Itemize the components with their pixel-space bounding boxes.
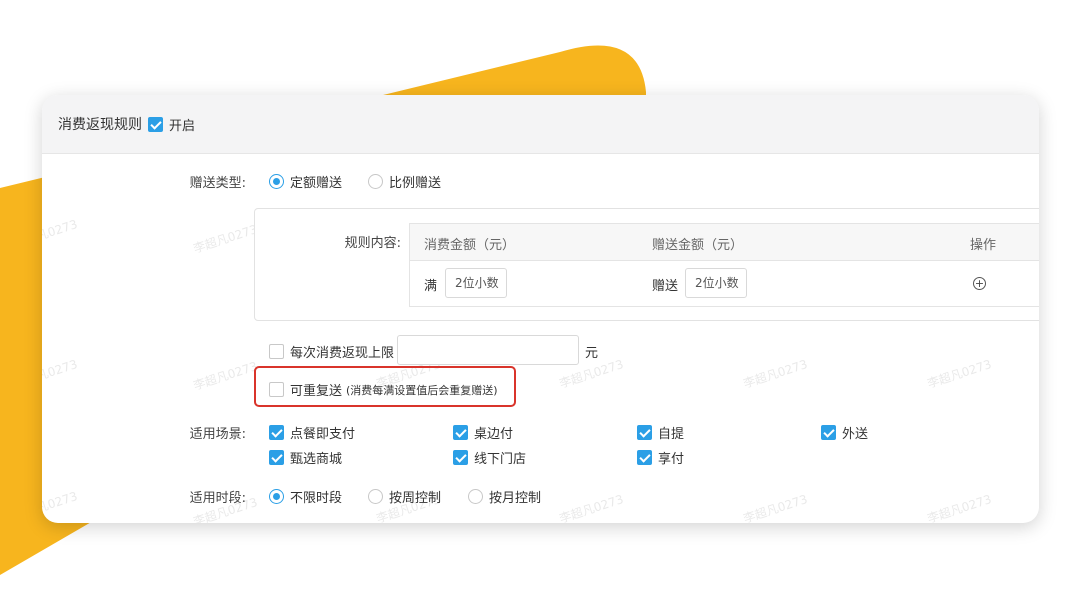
- period-radio[interactable]: [368, 489, 383, 504]
- watermark: 李超凡0273: [191, 359, 260, 393]
- scene-label: 自提: [658, 427, 685, 442]
- watermark: 李超凡0273: [42, 489, 80, 523]
- scene-item[interactable]: 外送: [821, 423, 868, 442]
- watermark: 李超凡0273: [191, 222, 260, 256]
- radio-ratio[interactable]: [368, 174, 383, 189]
- option-label: 定额赠送: [290, 176, 343, 191]
- period-radio[interactable]: [269, 489, 284, 504]
- scene-label: 甄选商城: [290, 452, 343, 467]
- limit-label: 每次消费返现上限: [290, 346, 395, 361]
- gift-prefix: 赠送: [652, 279, 679, 294]
- scene-item[interactable]: 甄选商城: [269, 448, 342, 467]
- watermark: 李超凡0273: [42, 217, 80, 251]
- enable-checkbox[interactable]: [148, 116, 163, 132]
- rules-container: 规则内容: 消费金额（元） 赠送金额（元） 操作 满 2位小数 赠送 2位小数 …: [254, 208, 1039, 321]
- scenes-label: 适用场景:: [189, 427, 246, 442]
- scene-item[interactable]: 线下门店: [453, 448, 526, 467]
- rules-table-header: 消费金额（元） 赠送金额（元） 操作: [410, 224, 1039, 261]
- scene-label: 享付: [658, 452, 685, 467]
- period-radio[interactable]: [468, 489, 483, 504]
- scene-label: 外送: [842, 427, 869, 442]
- watermark: 李超凡0273: [741, 357, 810, 391]
- watermark: 李超凡0273: [925, 357, 994, 391]
- column-header: 赠送金额（元）: [652, 238, 744, 253]
- scene-label: 点餐即支付: [290, 427, 356, 442]
- scene-label: 线下门店: [474, 452, 527, 467]
- limit-checkbox[interactable]: [269, 344, 284, 359]
- enable-label: 开启: [169, 118, 196, 134]
- option-label: 按周控制: [389, 491, 442, 506]
- gift-type-fixed-option[interactable]: 定额赠送: [269, 172, 342, 191]
- radio-fixed[interactable]: [269, 174, 284, 189]
- highlight-box: [254, 366, 516, 407]
- limit-unit: 元: [585, 346, 599, 361]
- scene-checkbox[interactable]: [453, 425, 468, 440]
- watermark: 李超凡0273: [557, 492, 626, 523]
- settings-card: 李超凡0273 李超凡0273 李超凡0273 李超凡0273 李超凡0273 …: [42, 95, 1039, 523]
- card-title: 消费返现规则: [58, 117, 142, 133]
- period-option[interactable]: 按周控制: [368, 487, 441, 506]
- limit-input[interactable]: [397, 335, 579, 365]
- scene-checkbox[interactable]: [821, 425, 836, 440]
- gift-type-label: 赠送类型:: [189, 176, 246, 191]
- column-header: 消费金额（元）: [424, 238, 516, 253]
- option-label: 不限时段: [290, 491, 343, 506]
- plus-circle-icon[interactable]: +: [973, 277, 986, 290]
- scene-checkbox[interactable]: [637, 450, 652, 465]
- spend-prefix: 满: [424, 279, 438, 294]
- scene-checkbox[interactable]: [637, 425, 652, 440]
- rules-label: 规则内容:: [344, 236, 401, 251]
- card-header: 消费返现规则 开启: [42, 95, 1039, 154]
- limit-option[interactable]: 每次消费返现上限: [269, 342, 394, 361]
- scene-item[interactable]: 桌边付: [453, 423, 513, 442]
- option-label: 按月控制: [489, 491, 542, 506]
- scene-checkbox[interactable]: [269, 425, 284, 440]
- gift-type-ratio-option[interactable]: 比例赠送: [368, 172, 441, 191]
- scene-item[interactable]: 自提: [637, 423, 684, 442]
- period-option[interactable]: 按月控制: [468, 487, 541, 506]
- scene-item[interactable]: 点餐即支付: [269, 423, 355, 442]
- option-label: 比例赠送: [389, 176, 442, 191]
- scene-checkbox[interactable]: [269, 450, 284, 465]
- scene-item[interactable]: 享付: [637, 448, 684, 467]
- rules-table: 消费金额（元） 赠送金额（元） 操作 满 2位小数 赠送 2位小数 +: [409, 223, 1039, 307]
- watermark: 李超凡0273: [925, 492, 994, 523]
- column-header: 操作: [970, 238, 997, 253]
- scene-label: 桌边付: [474, 427, 514, 442]
- scene-checkbox[interactable]: [453, 450, 468, 465]
- period-option[interactable]: 不限时段: [269, 487, 342, 506]
- watermark: 李超凡0273: [42, 357, 80, 391]
- spend-amount-input[interactable]: 2位小数: [445, 268, 507, 298]
- watermark: 李超凡0273: [741, 492, 810, 523]
- gift-amount-input[interactable]: 2位小数: [685, 268, 747, 298]
- period-label: 适用时段:: [189, 491, 246, 506]
